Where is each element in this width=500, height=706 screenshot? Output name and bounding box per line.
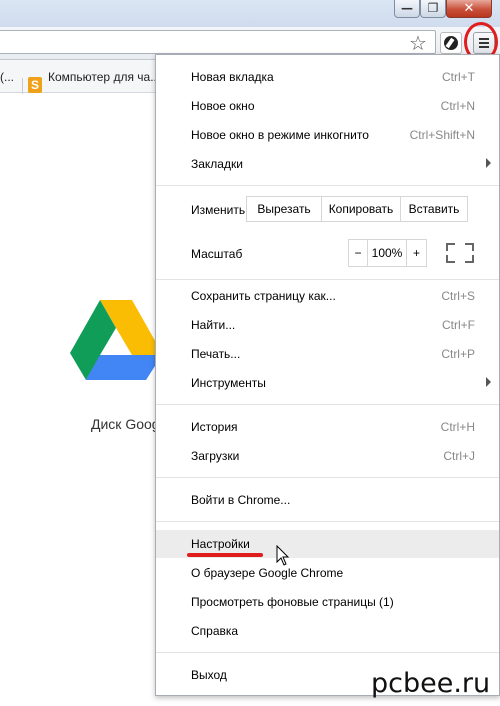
menu-item-bookmarks[interactable]: Закладки bbox=[156, 150, 499, 178]
copy-button[interactable]: Копировать bbox=[321, 196, 401, 222]
minimize-icon: — bbox=[401, 1, 413, 15]
restore-icon: ❐ bbox=[427, 1, 439, 15]
title-bar: — ❐ ✕ bbox=[0, 0, 500, 27]
zoom-row: Масштаб − 100% + bbox=[156, 237, 499, 269]
cut-button[interactable]: Вырезать bbox=[246, 196, 322, 222]
zoom-label: Масштаб bbox=[191, 247, 243, 261]
menu-item-tools[interactable]: Инструменты bbox=[156, 369, 499, 397]
menu-item-background-pages[interactable]: Просмотреть фоновые страницы (1) bbox=[156, 588, 499, 616]
menu-separator bbox=[156, 185, 499, 186]
mouse-cursor-icon bbox=[276, 545, 290, 566]
menu-item-sign-in[interactable]: Войти в Chrome... bbox=[156, 486, 499, 514]
google-drive-logo-icon[interactable] bbox=[70, 298, 162, 390]
menu-item-help[interactable]: Справка bbox=[156, 617, 499, 645]
submenu-arrow-icon bbox=[486, 158, 491, 168]
extension-icon[interactable] bbox=[440, 32, 462, 54]
edit-label: Изменить bbox=[191, 203, 246, 217]
menu-separator bbox=[156, 652, 499, 653]
menu-separator bbox=[156, 521, 499, 522]
menu-item-print[interactable]: Печать... Ctrl+P bbox=[156, 340, 499, 368]
zoom-in-button[interactable]: + bbox=[406, 239, 427, 267]
paste-button[interactable]: Вставить bbox=[400, 196, 468, 222]
menu-separator bbox=[156, 477, 499, 478]
minimize-button[interactable]: — bbox=[394, 0, 420, 18]
close-icon: ✕ bbox=[463, 1, 475, 16]
menu-item-save-page[interactable]: Сохранить страницу как... Ctrl+S bbox=[156, 282, 499, 310]
submenu-arrow-icon bbox=[486, 377, 491, 387]
zoom-level: 100% bbox=[367, 239, 407, 267]
maximize-button[interactable]: ❐ bbox=[420, 0, 446, 18]
menu-item-new-window[interactable]: Новое окно Ctrl+N bbox=[156, 92, 499, 120]
watermark: pcbee.ru bbox=[371, 668, 491, 699]
menu-item-new-tab[interactable]: Новая вкладка Ctrl+T bbox=[156, 63, 499, 91]
menu-item-downloads[interactable]: Загрузки Ctrl+J bbox=[156, 442, 499, 470]
settings-underline bbox=[187, 553, 263, 557]
address-bar[interactable] bbox=[0, 30, 436, 54]
fullscreen-icon[interactable] bbox=[446, 243, 474, 263]
edit-row: Изменить Вырезать Копировать Вставить bbox=[156, 193, 499, 225]
menu-item-about[interactable]: О браузере Google Chrome bbox=[156, 559, 499, 587]
bookmark-separator bbox=[22, 78, 23, 94]
menu-separator bbox=[156, 404, 499, 405]
bookmark-star-icon[interactable]: ☆ bbox=[409, 31, 427, 55]
bookmark-favicon: S bbox=[28, 77, 42, 93]
menu-item-history[interactable]: История Ctrl+H bbox=[156, 413, 499, 441]
close-window-button[interactable]: ✕ bbox=[446, 0, 492, 18]
bookmark-item[interactable]: (... bbox=[0, 70, 14, 84]
menu-item-incognito[interactable]: Новое окно в режиме инкогнито Ctrl+Shift… bbox=[156, 121, 499, 149]
chrome-menu: Новая вкладка Ctrl+T Новое окно Ctrl+N Н… bbox=[155, 54, 500, 696]
bookmark-item[interactable]: Компьютер для ча... bbox=[48, 70, 160, 84]
menu-separator bbox=[156, 279, 499, 280]
menu-item-find[interactable]: Найти... Ctrl+F bbox=[156, 311, 499, 339]
zoom-out-button[interactable]: − bbox=[348, 239, 368, 267]
